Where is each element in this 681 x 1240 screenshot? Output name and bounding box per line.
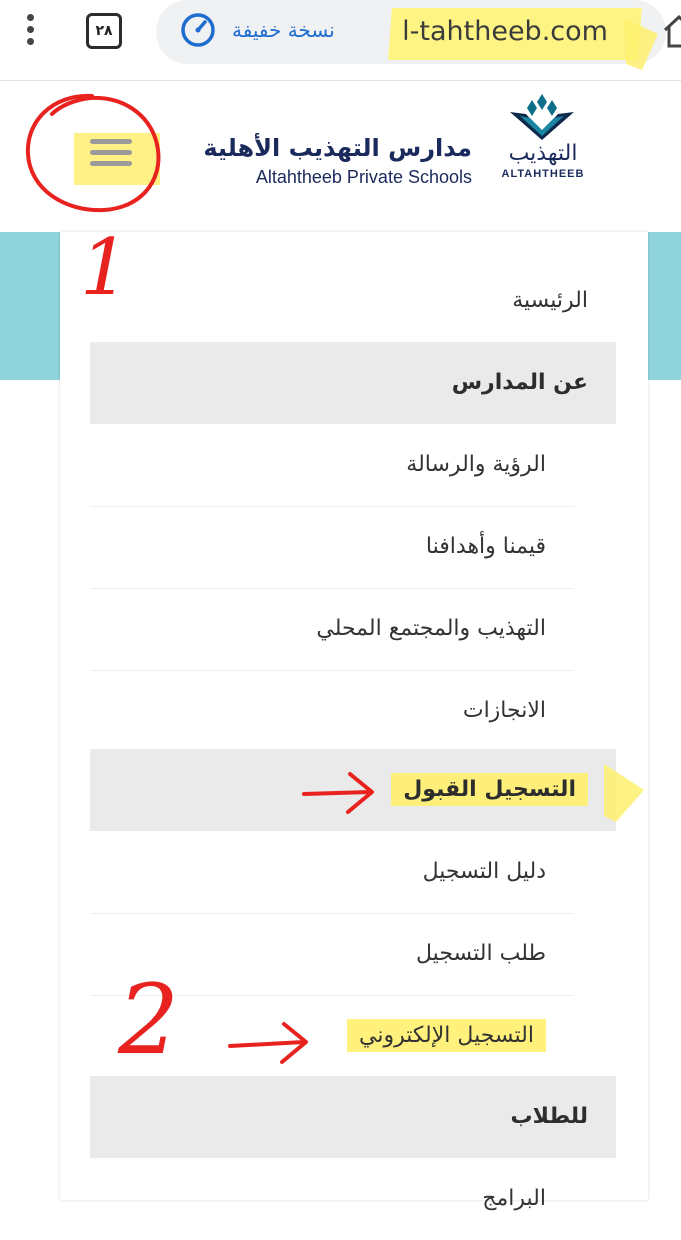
- menu-section-about[interactable]: عن المدارس: [90, 342, 616, 424]
- menu-item-label: الرؤية والرسالة: [406, 452, 546, 477]
- lite-mode-label[interactable]: نسخة خفيفة: [232, 12, 335, 48]
- menu-section-students-label: للطلاب: [510, 1104, 588, 1129]
- lite-mode-icon[interactable]: [180, 12, 216, 48]
- menu-section-admission-label: التسجيل القبول: [391, 773, 616, 806]
- brand-name-english[interactable]: Altahtheeb Private Schools: [196, 166, 472, 188]
- url-text[interactable]: l-tahtheeb.com: [388, 8, 642, 60]
- browser-toolbar: ٢٨ نسخة خفيفة l-tahtheeb.com: [0, 0, 681, 81]
- logo-text-english: ALTAHTHEEB: [501, 168, 585, 180]
- logo-text-arabic: التهذيب: [508, 141, 578, 166]
- tab-switcher-button[interactable]: ٢٨: [86, 13, 122, 49]
- menu-item-label: البرامج: [482, 1186, 546, 1211]
- hamburger-menu-icon[interactable]: [90, 139, 132, 173]
- menu-item-registration-guide[interactable]: دليل التسجيل: [90, 831, 574, 914]
- url-label[interactable]: l-tahtheeb.com: [390, 8, 640, 56]
- online-registration-highlight: التسجيل الإلكتروني: [347, 1019, 546, 1052]
- menu-item-home-label: الرئيسية: [512, 288, 588, 313]
- menu-item-label: دليل التسجيل: [422, 859, 546, 884]
- more-options-icon[interactable]: [22, 14, 38, 48]
- menu-item-label: قيمنا وأهدافنا: [425, 534, 546, 559]
- menu-section-admission[interactable]: التسجيل القبول: [90, 749, 616, 831]
- home-icon[interactable]: [663, 14, 681, 48]
- menu-item-vision-mission[interactable]: الرؤية والرسالة: [90, 424, 574, 507]
- menu-item-label: طلب التسجيل: [416, 941, 546, 966]
- menu-item-label: التهذيب والمجتمع المحلي: [316, 616, 546, 641]
- menu-item-home[interactable]: الرئيسية: [90, 260, 616, 342]
- hero-banner-left: [0, 232, 60, 380]
- school-logo-icon[interactable]: [506, 92, 578, 142]
- menu-item-registration-request[interactable]: طلب التسجيل: [90, 913, 574, 996]
- brand-name-arabic[interactable]: مدارس التهذيب الأهلية: [200, 134, 472, 162]
- hero-banner-right: [648, 232, 681, 380]
- menu-item-programs[interactable]: البرامج: [90, 1158, 574, 1240]
- menu-item-label: التسجيل الإلكتروني: [347, 1019, 574, 1052]
- menu-item-values-goals[interactable]: قيمنا وأهدافنا: [90, 506, 574, 589]
- admission-highlight: التسجيل القبول: [391, 773, 588, 806]
- menu-section-students[interactable]: للطلاب: [90, 1076, 616, 1158]
- menu-item-achievements[interactable]: الانجازات: [90, 670, 574, 752]
- menu-section-about-label: عن المدارس: [451, 370, 588, 395]
- menu-item-community[interactable]: التهذيب والمجتمع المحلي: [90, 588, 574, 671]
- menu-item-online-registration[interactable]: التسجيل الإلكتروني: [90, 995, 574, 1077]
- menu-item-label: الانجازات: [462, 698, 546, 723]
